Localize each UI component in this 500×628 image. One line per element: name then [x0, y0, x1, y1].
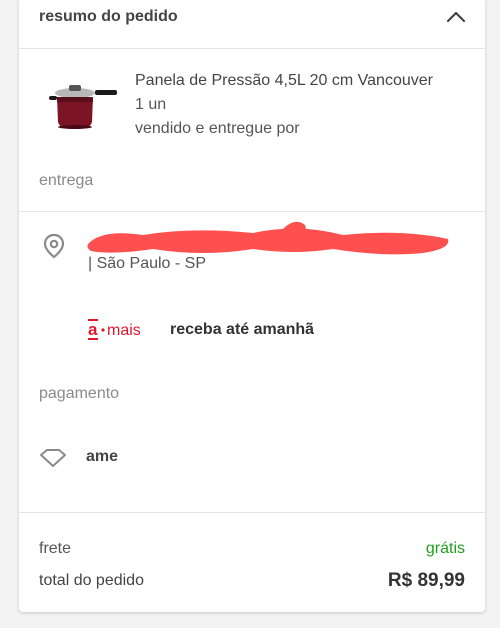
ame-diamond-icon	[40, 449, 66, 467]
divider	[19, 512, 485, 513]
divider	[19, 211, 485, 212]
product-seller: vendido e entregue por	[135, 120, 300, 137]
delivery-section-label: entrega	[39, 172, 94, 189]
payment-method: ame	[86, 448, 119, 465]
americanas-mais-logo: a mais	[88, 319, 141, 340]
location-pin-icon	[43, 233, 65, 259]
shipping-label: frete	[39, 540, 72, 557]
order-summary-card: resumo do pedido Panela de Pressão 4,5L …	[19, 0, 485, 612]
product-quantity: 1 un	[135, 96, 167, 113]
shipping-value: grátis	[425, 540, 465, 557]
product-name[interactable]: Panela de Pressão 4,5L 20 cm Vancouver	[135, 72, 470, 90]
chevron-up-icon[interactable]	[445, 6, 467, 28]
svg-text:mais: mais	[107, 322, 141, 339]
product-image	[49, 85, 117, 129]
delivery-estimate: receba até amanhã	[170, 321, 315, 338]
total-value: R$ 89,99	[387, 570, 465, 591]
order-summary-title: resumo do pedido	[39, 8, 178, 25]
total-label: total do pedido	[39, 572, 144, 589]
svg-text:a: a	[88, 320, 98, 339]
order-summary-header[interactable]: resumo do pedido	[19, 0, 485, 49]
delivery-city: | São Paulo - SP	[88, 255, 206, 272]
payment-section-label: pagamento	[39, 385, 120, 402]
